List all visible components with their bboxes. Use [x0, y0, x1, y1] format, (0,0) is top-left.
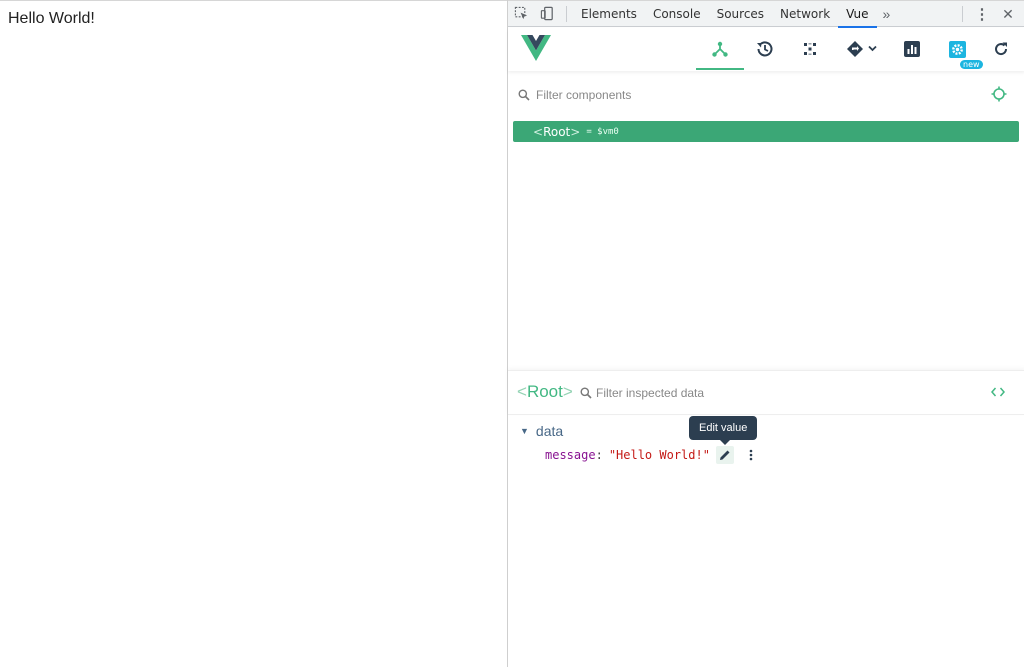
close-icon[interactable]: ✕: [995, 1, 1021, 27]
devtools-tabbar: Elements Console Sources Network Vue » ⋮…: [508, 0, 1024, 28]
devtools-panel: Elements Console Sources Network Vue » ⋮…: [507, 0, 1024, 667]
page-viewport: Hello World!: [0, 0, 508, 667]
property-colon: :: [595, 448, 603, 462]
tab-sources[interactable]: Sources: [709, 1, 772, 27]
settings-icon[interactable]: [939, 35, 975, 63]
tab-vue[interactable]: Vue: [838, 1, 877, 28]
refresh-icon[interactable]: [983, 35, 1019, 63]
right-separator: [962, 6, 963, 22]
vue-logo-icon: [521, 35, 551, 61]
inspector-title-label: Root: [526, 382, 563, 401]
select-component-target-icon[interactable]: [991, 86, 1007, 107]
performance-icon[interactable]: [894, 35, 930, 63]
timeline-icon[interactable]: [747, 35, 783, 63]
tab-network[interactable]: Network: [772, 1, 838, 27]
data-section-header[interactable]: ▼ data: [520, 423, 563, 439]
more-tabs-icon[interactable]: »: [877, 6, 897, 22]
edit-value-tooltip: Edit value: [689, 416, 758, 445]
tree-open-bracket: <: [533, 124, 544, 139]
new-badge: new: [960, 60, 983, 69]
inspect-element-icon[interactable]: [508, 1, 534, 27]
inspector-title: <Root>: [517, 382, 573, 402]
inspector-header: <Root>: [508, 370, 1024, 415]
search-icon: [518, 88, 530, 106]
inspector-close-bracket: >: [562, 382, 573, 401]
devtools-right-controls: ⋮ ✕: [956, 1, 1021, 27]
tree-root-label: Root: [543, 124, 571, 139]
vm-reference: = $vm0: [586, 126, 619, 137]
tab-console[interactable]: Console: [645, 1, 709, 27]
more-actions-icon[interactable]: [744, 446, 758, 464]
tree-item-root[interactable]: < Root > = $vm0: [513, 121, 1019, 142]
component-tree-icon[interactable]: [696, 35, 744, 70]
kebab-menu-icon[interactable]: ⋮: [969, 1, 995, 27]
vuex-icon[interactable]: [792, 35, 828, 63]
tab-separator: [566, 5, 567, 22]
hello-world-text: Hello World!: [8, 10, 95, 27]
tab-elements[interactable]: Elements: [573, 1, 645, 27]
property-value: "Hello World!": [608, 448, 710, 462]
device-toolbar-icon[interactable]: [534, 1, 560, 27]
data-property-row: message : "Hello World!": [545, 446, 758, 464]
search-icon: [580, 386, 592, 404]
filter-inspected-data-input[interactable]: [596, 383, 956, 403]
caret-down-icon: ▼: [520, 426, 529, 436]
inspector-open-bracket: <: [517, 382, 527, 401]
vue-toolbar: new: [508, 28, 1024, 71]
data-section-label: data: [535, 423, 564, 439]
tree-close-bracket: >: [570, 124, 581, 139]
filter-components-input[interactable]: [536, 84, 956, 106]
router-icon[interactable]: [840, 35, 884, 63]
edit-value-pencil-icon[interactable]: [715, 446, 734, 464]
filter-components-bar: [508, 78, 1024, 112]
property-key: message: [545, 448, 596, 462]
code-icon[interactable]: [991, 385, 1005, 403]
